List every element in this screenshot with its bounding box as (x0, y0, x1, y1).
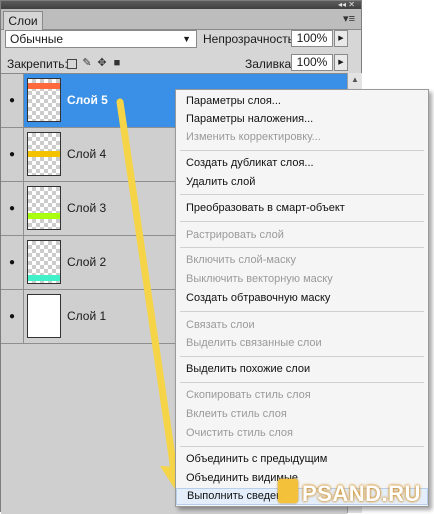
layer-thumbnail (27, 240, 61, 284)
panel-tab-row: Слои ▾≡ (1, 9, 361, 30)
layer-thumbnail (27, 132, 61, 176)
menu-separator (180, 247, 424, 248)
eye-icon[interactable]: ● (1, 290, 24, 343)
menu-separator (180, 150, 424, 151)
menu-item-paste-layer-style[interactable]: Вклеить стиль слоя (186, 407, 287, 421)
blend-row: Обычные ▼ Непрозрачность: 100% ▶ (1, 30, 361, 52)
menu-separator (180, 311, 424, 312)
menu-item-link-layers[interactable]: Связать слои (186, 318, 255, 332)
menu-item-enable-layer-mask[interactable]: Включить слой-маску (186, 253, 296, 267)
lock-brush-icon[interactable]: ✎ (81, 57, 93, 69)
layer-name: Слой 5 (67, 93, 108, 107)
menu-item-create-clipping-mask[interactable]: Создать обтравочную маску (186, 291, 330, 305)
lock-move-icon[interactable]: ✥ (96, 57, 108, 69)
layer-thumbnail (27, 186, 61, 230)
layer-name: Слой 3 (67, 201, 107, 215)
menu-item-copy-layer-style[interactable]: Скопировать стиль слоя (186, 388, 311, 402)
spin-arrow-icon[interactable]: ▶ (334, 30, 348, 47)
opacity-label: Непрозрачность: (203, 32, 298, 46)
scroll-up-icon[interactable]: ▲ (348, 75, 362, 84)
menu-separator (180, 382, 424, 383)
layer-name: Слой 1 (67, 309, 107, 323)
menu-item-blending-options[interactable]: Параметры наложения... (186, 112, 313, 126)
layer-stripe (28, 275, 60, 281)
panel-window-controls[interactable]: ◂◂ ✕ (338, 1, 355, 9)
menu-separator (180, 221, 424, 222)
menu-item-layer-properties[interactable]: Параметры слоя... (186, 94, 281, 108)
eye-icon[interactable]: ● (1, 182, 24, 235)
layer-stripe (28, 83, 60, 89)
layer-thumbnail (27, 78, 61, 122)
layer-thumbnail (27, 294, 61, 338)
panel-title-bar[interactable]: ◂◂ ✕ (1, 1, 361, 9)
fill-input[interactable]: 100% (291, 54, 333, 71)
menu-item-rasterize-layer[interactable]: Растрировать слой (186, 228, 284, 242)
menu-separator (180, 446, 424, 447)
layer-name: Слой 4 (67, 147, 107, 161)
menu-item-select-linked-layers[interactable]: Выделить связанные слои (186, 336, 322, 350)
eye-icon[interactable]: ● (1, 74, 24, 127)
menu-item-select-similar-layers[interactable]: Выделить похожие слои (186, 362, 310, 376)
layer-stripe (28, 213, 60, 219)
watermark: PSAND.RU (302, 481, 421, 506)
menu-separator (180, 194, 424, 195)
lock-all-icon[interactable]: ■ (111, 57, 123, 69)
menu-item-disable-vector-mask[interactable]: Выключить векторную маску (186, 272, 333, 286)
spin-arrow-icon[interactable]: ▶ (334, 54, 348, 71)
menu-item-delete-layer[interactable]: Удалить слой (186, 175, 255, 189)
layer-name: Слой 2 (67, 255, 107, 269)
lock-row: Закрепить: ✎ ✥ ■ Заливка: 100% ▶ (1, 54, 361, 74)
menu-item-convert-smart-object[interactable]: Преобразовать в смарт-объект (186, 201, 345, 215)
eye-icon[interactable]: ● (1, 236, 24, 289)
layer-stripe (28, 151, 60, 157)
menu-item-duplicate-layer[interactable]: Создать дубликат слоя... (186, 156, 314, 170)
menu-item-edit-adjustment[interactable]: Изменить корректировку... (186, 130, 321, 144)
menu-item-clear-layer-style[interactable]: Очистить стиль слоя (186, 426, 293, 440)
menu-separator (180, 356, 424, 357)
menu-item-merge-down[interactable]: Объединить с предыдущим (186, 452, 327, 466)
lock-label: Закрепить: (7, 57, 68, 71)
panel-menu-icon[interactable]: ▾≡ (343, 12, 355, 26)
lock-transparency-icon[interactable] (67, 59, 77, 69)
eye-icon[interactable]: ● (1, 128, 24, 181)
layer-context-menu: Параметры слоя... Параметры наложения...… (175, 89, 429, 507)
opacity-input[interactable]: 100% (291, 30, 333, 47)
blend-mode-select[interactable]: Обычные ▼ (5, 30, 197, 48)
watermark-logo-icon (278, 479, 298, 503)
fill-label: Заливка: (245, 57, 295, 71)
dropdown-arrow-icon: ▼ (182, 34, 191, 44)
tab-layers[interactable]: Слои (3, 11, 43, 30)
blend-mode-value: Обычные (10, 32, 64, 46)
